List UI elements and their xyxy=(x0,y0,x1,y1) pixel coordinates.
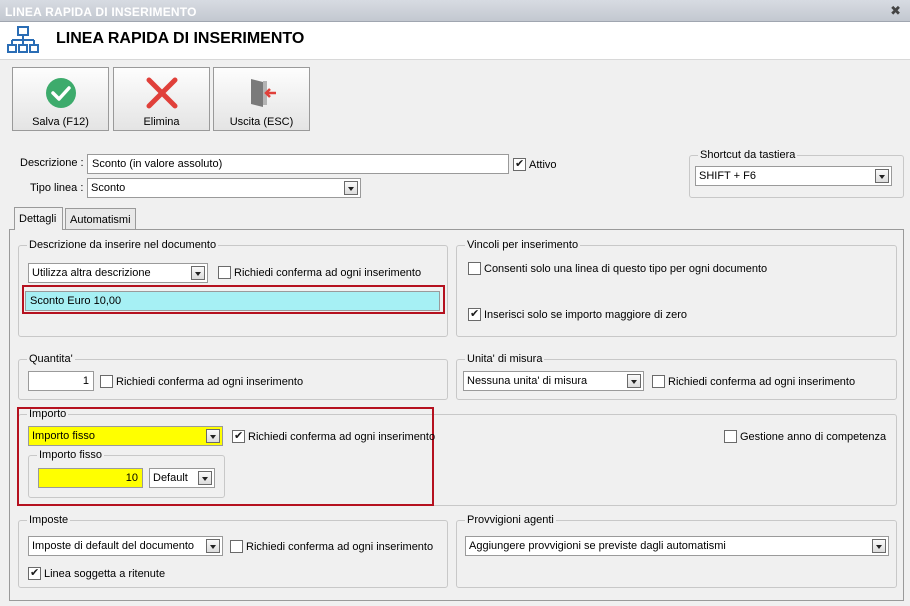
importo-confirm-label: Richiedi conferma ad ogni inserimento xyxy=(248,431,436,443)
exit-door-icon xyxy=(251,79,276,107)
shortcut-value: SHIFT + F6 xyxy=(699,170,756,182)
close-icon[interactable]: ✖ xyxy=(890,3,901,19)
attivo-checkbox[interactable] xyxy=(513,157,526,171)
save-button[interactable]: Salva (F12) xyxy=(12,67,109,131)
positive-label: Inserisci solo se importo maggiore di ze… xyxy=(484,309,687,321)
provvigioni-select-value: Aggiungere provvigioni se previste dagli… xyxy=(469,540,726,552)
delete-button[interactable]: Elimina xyxy=(113,67,210,131)
hierarchy-icon xyxy=(7,26,39,53)
window-title: LINEA RAPIDA DI INSERIMENTO xyxy=(5,5,197,19)
exit-button[interactable]: Uscita (ESC) xyxy=(213,67,310,131)
descrizione-doc-select[interactable]: Utilizza altra descrizione xyxy=(28,263,208,283)
tipo-linea-select[interactable]: Sconto xyxy=(87,178,361,198)
tipo-linea-value: Sconto xyxy=(91,182,126,194)
importo-fisso-mode-select[interactable]: Default xyxy=(149,468,215,488)
importo-fisso-title: Importo fisso xyxy=(37,449,104,461)
descrizione-confirm-checkbox[interactable] xyxy=(218,266,231,279)
checkmark-icon xyxy=(46,78,76,108)
chevron-down-icon[interactable] xyxy=(875,169,889,183)
title-bar: LINEA RAPIDA DI INSERIMENTO ✖ xyxy=(0,0,910,22)
descrizione-confirm-label: Richiedi conferma ad ogni inserimento xyxy=(234,267,422,279)
competenza-checkbox[interactable] xyxy=(724,430,737,443)
quantita-input[interactable]: 1 xyxy=(28,371,94,391)
save-button-label: Salva (F12) xyxy=(32,116,89,128)
importo-fisso-mode-value: Default xyxy=(153,472,188,484)
descrizione-text-input[interactable]: Sconto Euro 10,00 xyxy=(25,291,440,311)
imposte-select-value: Imposte di default del documento xyxy=(32,540,195,552)
exit-button-label: Uscita (ESC) xyxy=(229,116,294,128)
tab-dettagli[interactable]: Dettagli xyxy=(14,207,63,230)
chevron-down-icon[interactable] xyxy=(206,539,220,553)
descrizione-doc-select-value: Utilizza altra descrizione xyxy=(32,267,151,279)
vincoli-group: Vincoli per inserimento xyxy=(456,239,897,337)
attivo-label: Attivo xyxy=(529,159,557,171)
tipo-linea-label: Tipo linea : xyxy=(30,182,84,194)
shortcut-select[interactable]: SHIFT + F6 xyxy=(695,166,892,186)
importo-select[interactable]: Importo fisso xyxy=(28,426,223,446)
descrizione-label: Descrizione : xyxy=(20,157,84,169)
importo-confirm-checkbox[interactable] xyxy=(232,429,245,443)
vincoli-title: Vincoli per inserimento xyxy=(465,239,581,251)
chevron-down-icon[interactable] xyxy=(198,471,212,485)
unita-select-value: Nessuna unita' di misura xyxy=(467,375,588,387)
descrizione-doc-title: Descrizione da inserire nel documento xyxy=(27,239,219,251)
quantita-title: Quantita' xyxy=(27,353,75,365)
competenza-label: Gestione anno di competenza xyxy=(740,431,887,443)
one-line-checkbox[interactable] xyxy=(468,262,481,275)
imposte-confirm-label: Richiedi conferma ad ogni inserimento xyxy=(246,541,434,553)
one-line-label: Consenti solo una linea di questo tipo p… xyxy=(484,263,768,275)
chevron-down-icon[interactable] xyxy=(344,181,358,195)
shortcut-group-title: Shortcut da tastiera xyxy=(698,149,798,161)
importo-select-value: Importo fisso xyxy=(32,430,95,442)
chevron-down-icon[interactable] xyxy=(206,429,220,443)
header: LINEA RAPIDA DI INSERIMENTO xyxy=(0,22,910,60)
ritenute-label: Linea soggetta a ritenute xyxy=(44,568,166,580)
quantita-confirm-checkbox[interactable] xyxy=(100,375,113,388)
chevron-down-icon[interactable] xyxy=(191,266,205,280)
imposte-confirm-checkbox[interactable] xyxy=(230,540,243,553)
imposte-select[interactable]: Imposte di default del documento xyxy=(28,536,223,556)
unita-select[interactable]: Nessuna unita' di misura xyxy=(463,371,644,391)
provvigioni-title: Provvigioni agenti xyxy=(465,514,556,526)
imposte-title: Imposte xyxy=(27,514,71,526)
ritenute-checkbox[interactable] xyxy=(28,566,41,580)
quantita-confirm-label: Richiedi conferma ad ogni inserimento xyxy=(116,376,304,388)
provvigioni-select[interactable]: Aggiungere provvigioni se previste dagli… xyxy=(465,536,889,556)
chevron-down-icon[interactable] xyxy=(872,539,886,553)
page-title: LINEA RAPIDA DI INSERIMENTO xyxy=(56,30,305,47)
unita-title: Unita' di misura xyxy=(465,353,545,365)
descrizione-input[interactable]: Sconto (in valore assoluto) xyxy=(87,154,509,174)
unita-confirm-label: Richiedi conferma ad ogni inserimento xyxy=(668,376,856,388)
positive-checkbox[interactable] xyxy=(468,307,481,321)
delete-button-label: Elimina xyxy=(143,116,180,128)
unita-confirm-checkbox[interactable] xyxy=(652,375,665,388)
importo-fisso-input[interactable]: 10 xyxy=(38,468,143,488)
chevron-down-icon[interactable] xyxy=(627,374,641,388)
delete-x-icon xyxy=(146,77,178,109)
tab-automatismi[interactable]: Automatismi xyxy=(65,208,136,229)
